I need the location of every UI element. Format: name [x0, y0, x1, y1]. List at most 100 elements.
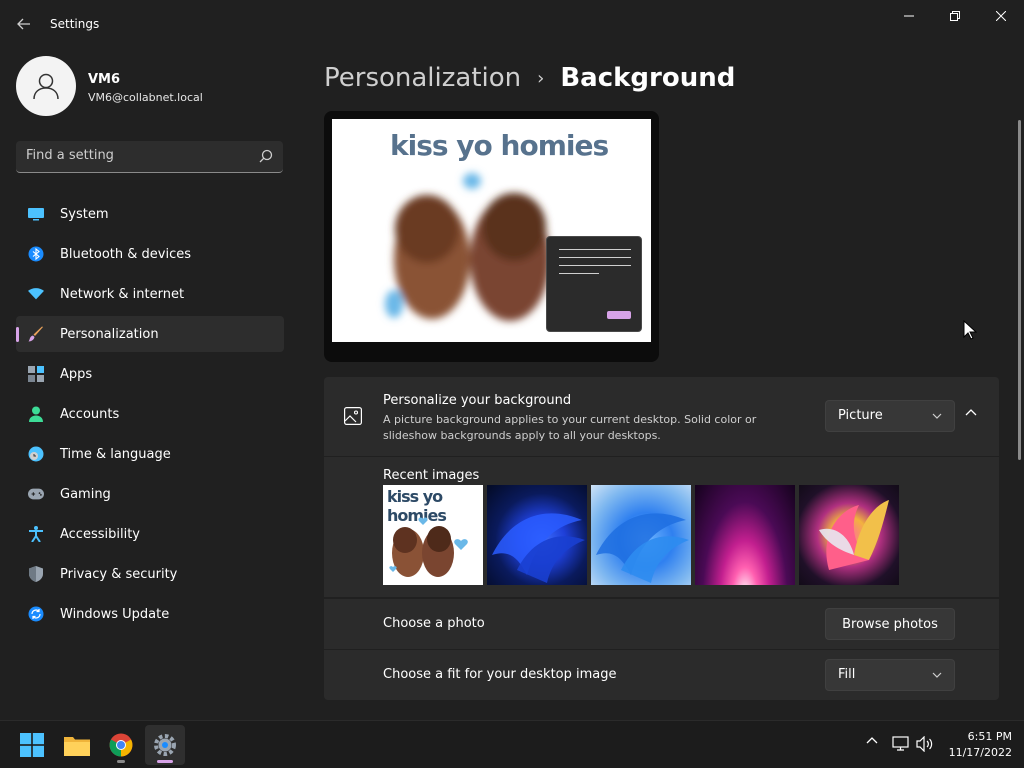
background-type-dropdown[interactable]: Picture: [825, 400, 955, 432]
chevron-down-icon: [932, 672, 942, 678]
page-title: Background: [560, 63, 736, 93]
sidebar-item-label: Bluetooth & devices: [60, 246, 191, 262]
person-avatar-icon: [33, 73, 59, 100]
gear-icon: [154, 734, 176, 756]
close-button[interactable]: [978, 0, 1024, 32]
picture-icon: [344, 407, 362, 425]
sidebar-item-time-language[interactable]: Time & language: [16, 436, 284, 472]
recent-images-section: Recent images kiss yo homies: [324, 457, 999, 597]
user-email: VM6@collabnet.local: [88, 91, 203, 104]
shield-icon: [28, 566, 44, 582]
apps-icon: [28, 366, 44, 382]
recent-image-2-art: [492, 513, 585, 583]
personalize-background-card[interactable]: Personalize your background A picture ba…: [324, 377, 999, 456]
sidebar-item-system[interactable]: System: [16, 196, 284, 232]
clock-globe-icon: [28, 446, 44, 462]
choose-fit-row: Choose a fit for your desktop image Fill: [324, 650, 999, 700]
recent-images-list: kiss yo homies: [383, 485, 899, 585]
brush-icon: [28, 326, 44, 342]
sidebar-item-personalization[interactable]: Personalization: [16, 316, 284, 352]
chevron-up-icon[interactable]: [965, 407, 977, 419]
choose-photo-label: Choose a photo: [383, 616, 485, 631]
breadcrumb-parent[interactable]: Personalization: [324, 63, 521, 93]
sidebar-item-label: System: [60, 206, 109, 222]
clock[interactable]: 6:51 PM 11/17/2022: [942, 729, 1012, 761]
wifi-icon: [28, 286, 44, 302]
folder-icon: [64, 737, 90, 756]
recent-image-2[interactable]: [487, 485, 587, 585]
gamepad-icon: [28, 486, 44, 502]
recent-image-5-art: [819, 500, 889, 570]
recent-image-1[interactable]: kiss yo homies: [383, 485, 483, 585]
sidebar-item-label: Apps: [60, 366, 93, 382]
restore-icon: [950, 11, 960, 21]
accessibility-icon: [28, 526, 44, 542]
background-type-value: Picture: [838, 408, 883, 423]
chevron-up-icon[interactable]: [866, 735, 878, 747]
sidebar-item-label: Time & language: [60, 446, 171, 462]
sidebar-item-windows-update[interactable]: Windows Update: [16, 596, 284, 632]
start-button[interactable]: [12, 725, 52, 765]
chevron-down-icon: [932, 413, 942, 419]
update-icon: [28, 606, 44, 622]
sidebar-item-label: Privacy & security: [60, 566, 178, 582]
sidebar-item-accounts[interactable]: Accounts: [16, 396, 284, 432]
recent-image-5[interactable]: [799, 485, 899, 585]
avatar: [16, 56, 76, 116]
sidebar-item-label: Gaming: [60, 486, 111, 502]
file-explorer-button[interactable]: [57, 725, 97, 765]
close-icon: [996, 11, 1006, 21]
sidebar-item-apps[interactable]: Apps: [16, 356, 284, 392]
recent-image-4[interactable]: [695, 485, 795, 585]
background-title: Personalize your background: [383, 393, 572, 408]
bluetooth-icon: [28, 246, 44, 262]
sidebar-item-gaming[interactable]: Gaming: [16, 476, 284, 512]
search-input[interactable]: [26, 148, 246, 163]
taskbar: 6:51 PM 11/17/2022: [0, 720, 1024, 768]
recent-images-label: Recent images: [383, 468, 480, 483]
sidebar-item-network[interactable]: Network & internet: [16, 276, 284, 312]
fit-value: Fill: [838, 667, 856, 682]
desktop-preview: kiss yo homies: [324, 111, 659, 362]
choose-photo-row: Choose a photo Browse photos: [324, 599, 999, 649]
back-button[interactable]: [10, 10, 38, 38]
user-name: VM6: [88, 72, 121, 87]
sidebar-item-label: Accessibility: [60, 526, 140, 542]
minimize-icon: [904, 15, 914, 17]
sidebar-item-label: Accounts: [60, 406, 120, 422]
clock-time: 6:51 PM: [967, 730, 1012, 743]
clock-date: 11/17/2022: [948, 746, 1012, 759]
network-monitor-icon[interactable]: [892, 736, 910, 752]
person-icon: [28, 406, 44, 422]
breadcrumb-separator: ›: [537, 67, 545, 89]
preview-window: [546, 236, 642, 332]
volume-icon[interactable]: [916, 736, 934, 752]
fit-dropdown[interactable]: Fill: [825, 659, 955, 691]
sidebar-item-accessibility[interactable]: Accessibility: [16, 516, 284, 552]
mouse-cursor-icon: [963, 320, 977, 340]
scrollbar[interactable]: [1018, 120, 1021, 460]
user-profile[interactable]: VM6 VM6@collabnet.local: [16, 56, 296, 118]
window-title: Settings: [50, 17, 100, 31]
minimize-button[interactable]: [886, 0, 932, 32]
windows-logo-icon: [20, 733, 44, 757]
chrome-icon: [109, 733, 133, 757]
browse-photos-button[interactable]: Browse photos: [825, 608, 955, 640]
search-icon[interactable]: [259, 149, 273, 163]
settings-taskbar-button[interactable]: [145, 725, 185, 765]
sidebar-nav: System Bluetooth & devices Network & int…: [16, 196, 284, 636]
chrome-button[interactable]: [101, 725, 141, 765]
recent-image-3[interactable]: [591, 485, 691, 585]
breadcrumb: Personalization › Background: [324, 58, 735, 98]
search-box[interactable]: [16, 141, 283, 173]
background-description: A picture background applies to your cur…: [383, 413, 757, 442]
sidebar-item-label: Network & internet: [60, 286, 185, 302]
restore-button[interactable]: [932, 0, 978, 32]
sidebar-item-privacy[interactable]: Privacy & security: [16, 556, 284, 592]
sidebar-item-label: Personalization: [60, 326, 159, 342]
recent-image-1-art: [389, 517, 468, 577]
sidebar-item-bluetooth[interactable]: Bluetooth & devices: [16, 236, 284, 272]
preview-wallpaper: kiss yo homies: [332, 119, 651, 342]
monitor-icon: [28, 206, 44, 222]
title-bar: Settings: [0, 0, 1024, 48]
